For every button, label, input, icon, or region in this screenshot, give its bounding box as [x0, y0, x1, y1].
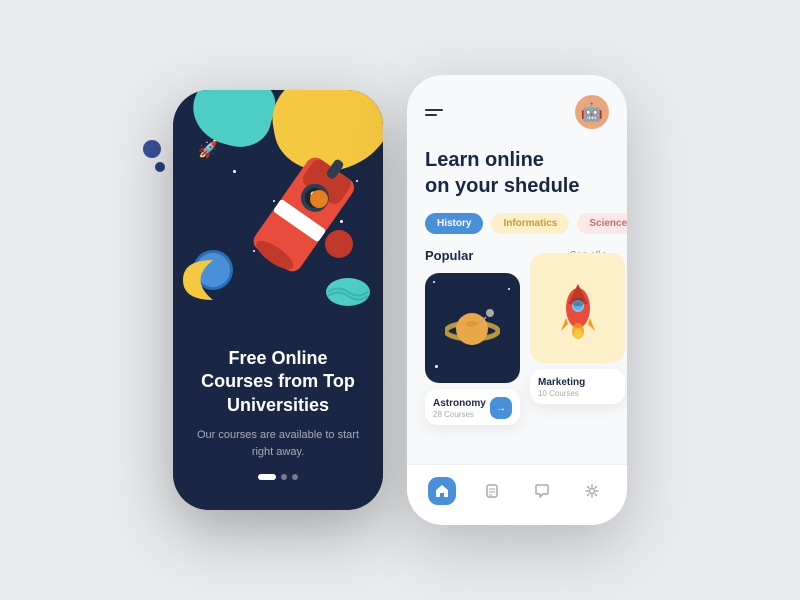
- rocket-svg: [553, 276, 603, 341]
- avatar[interactable]: 🤖: [575, 95, 609, 129]
- chat-icon: [535, 484, 549, 498]
- pill-history[interactable]: History: [425, 213, 483, 234]
- astronomy-title: Astronomy: [433, 398, 486, 409]
- right-phone-title: Learn onlineon your shedule: [407, 139, 627, 213]
- menu-line-1: [425, 109, 443, 111]
- deco-circle-1: [143, 140, 161, 158]
- wavy-blob: [323, 275, 373, 310]
- marketing-card-image: [530, 253, 625, 363]
- cards-row: Astronomy 28 Courses →: [407, 273, 627, 464]
- marketing-card[interactable]: Marketing 10 Courses: [530, 253, 625, 404]
- astronomy-btn[interactable]: →: [490, 397, 512, 419]
- marketing-subtitle: 10 Courses: [538, 389, 585, 398]
- small-planet: [310, 190, 328, 208]
- red-planet: [325, 230, 353, 258]
- card-star: [508, 288, 510, 290]
- nav-chat[interactable]: [528, 477, 556, 505]
- arrow-icon: →: [496, 403, 506, 414]
- dot-3: [292, 474, 298, 480]
- small-rocket: 🚀: [198, 140, 218, 160]
- astronomy-card-info: Astronomy 28 Courses →: [425, 389, 520, 425]
- astronomy-card-image: [425, 273, 520, 383]
- marketing-title: Marketing: [538, 377, 585, 388]
- pill-science[interactable]: Science: [577, 213, 627, 234]
- nav-settings[interactable]: [578, 477, 606, 505]
- nav-home[interactable]: [428, 477, 456, 505]
- document-icon: [485, 484, 499, 498]
- nav-document[interactable]: [478, 477, 506, 505]
- left-phone-subtitle: Our courses are available to start right…: [193, 427, 363, 460]
- left-phone-bottom: Free Online Courses from Top Universitie…: [173, 327, 383, 510]
- menu-line-2: [425, 114, 437, 116]
- phones-container: 🚀 Free Online Courses from Top Universit…: [173, 75, 627, 525]
- moon-shape: [178, 250, 228, 310]
- dots-indicator: [193, 474, 363, 480]
- astronomy-card[interactable]: Astronomy 28 Courses →: [425, 273, 520, 425]
- dot-2: [281, 474, 287, 480]
- menu-icon[interactable]: [425, 109, 443, 116]
- saturn-svg: [445, 301, 500, 356]
- left-phone-title: Free Online Courses from Top Universitie…: [193, 347, 363, 417]
- dot-1: [258, 474, 276, 480]
- pill-informatics[interactable]: Informatics: [491, 213, 569, 234]
- settings-icon: [585, 484, 599, 498]
- card-star: [433, 281, 435, 283]
- deco-circle-2: [155, 162, 165, 172]
- card-star: [435, 365, 438, 368]
- popular-label: Popular: [425, 248, 473, 263]
- phone-right: 🤖 Learn onlineon your shedule History In…: [407, 75, 627, 525]
- bottom-nav: [407, 464, 627, 525]
- right-phone-header: 🤖: [407, 75, 627, 139]
- category-pills: History Informatics Science: [407, 213, 627, 248]
- home-icon: [435, 484, 449, 498]
- marketing-card-info: Marketing 10 Courses: [530, 369, 625, 404]
- phone-left: 🚀 Free Online Courses from Top Universit…: [173, 90, 383, 510]
- astronomy-subtitle: 28 Courses: [433, 410, 486, 419]
